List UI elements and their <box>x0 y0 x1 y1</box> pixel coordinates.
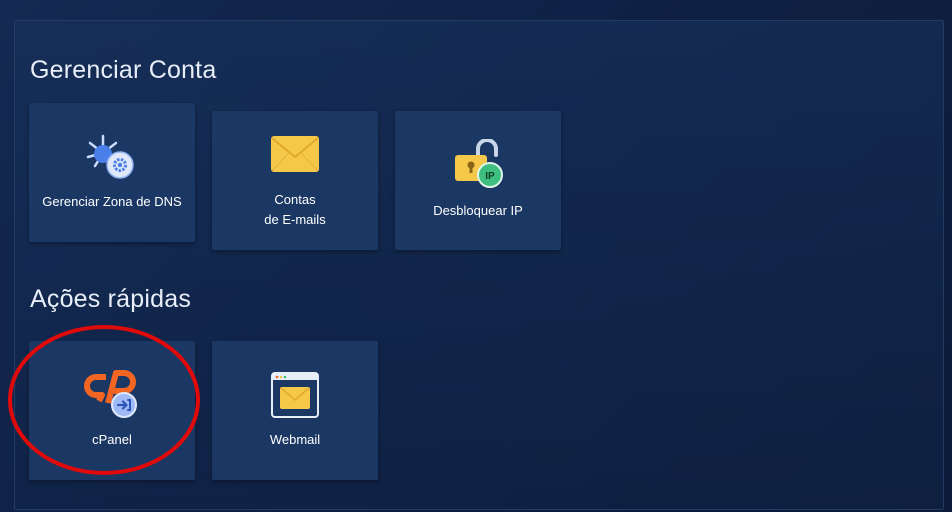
tile-label-email-line2: de E-mails <box>264 212 326 227</box>
tile-label-email-line1: Contas <box>274 192 316 207</box>
tile-webmail[interactable]: Webmail <box>212 341 378 480</box>
envelope-icon <box>270 135 320 173</box>
unlock-ip-icon: IP <box>452 138 504 189</box>
cpanel-login-icon <box>84 369 140 419</box>
page-background: Gerenciar Conta Gerenciar Zona de DNS Co… <box>0 0 952 512</box>
section-title-manage-account: Gerenciar Conta <box>30 56 217 84</box>
tile-label-manage-dns-zone: Gerenciar Zona de DNS <box>42 194 182 209</box>
tile-email-accounts[interactable]: Contas de E-mails <box>212 111 378 250</box>
webmail-window-icon <box>271 372 319 418</box>
tile-label-unblock-ip: Desbloquear IP <box>433 203 523 218</box>
dns-gear-icon <box>85 133 139 183</box>
tile-unblock-ip[interactable]: IP Desbloquear IP <box>395 111 561 250</box>
tile-cpanel[interactable]: cPanel <box>29 341 195 480</box>
tile-label-cpanel: cPanel <box>92 432 132 447</box>
tile-manage-dns-zone[interactable]: Gerenciar Zona de DNS <box>29 103 195 242</box>
svg-text:IP: IP <box>485 171 495 182</box>
section-title-quick-actions: Ações rápidas <box>30 285 192 313</box>
tile-label-webmail: Webmail <box>269 432 321 447</box>
